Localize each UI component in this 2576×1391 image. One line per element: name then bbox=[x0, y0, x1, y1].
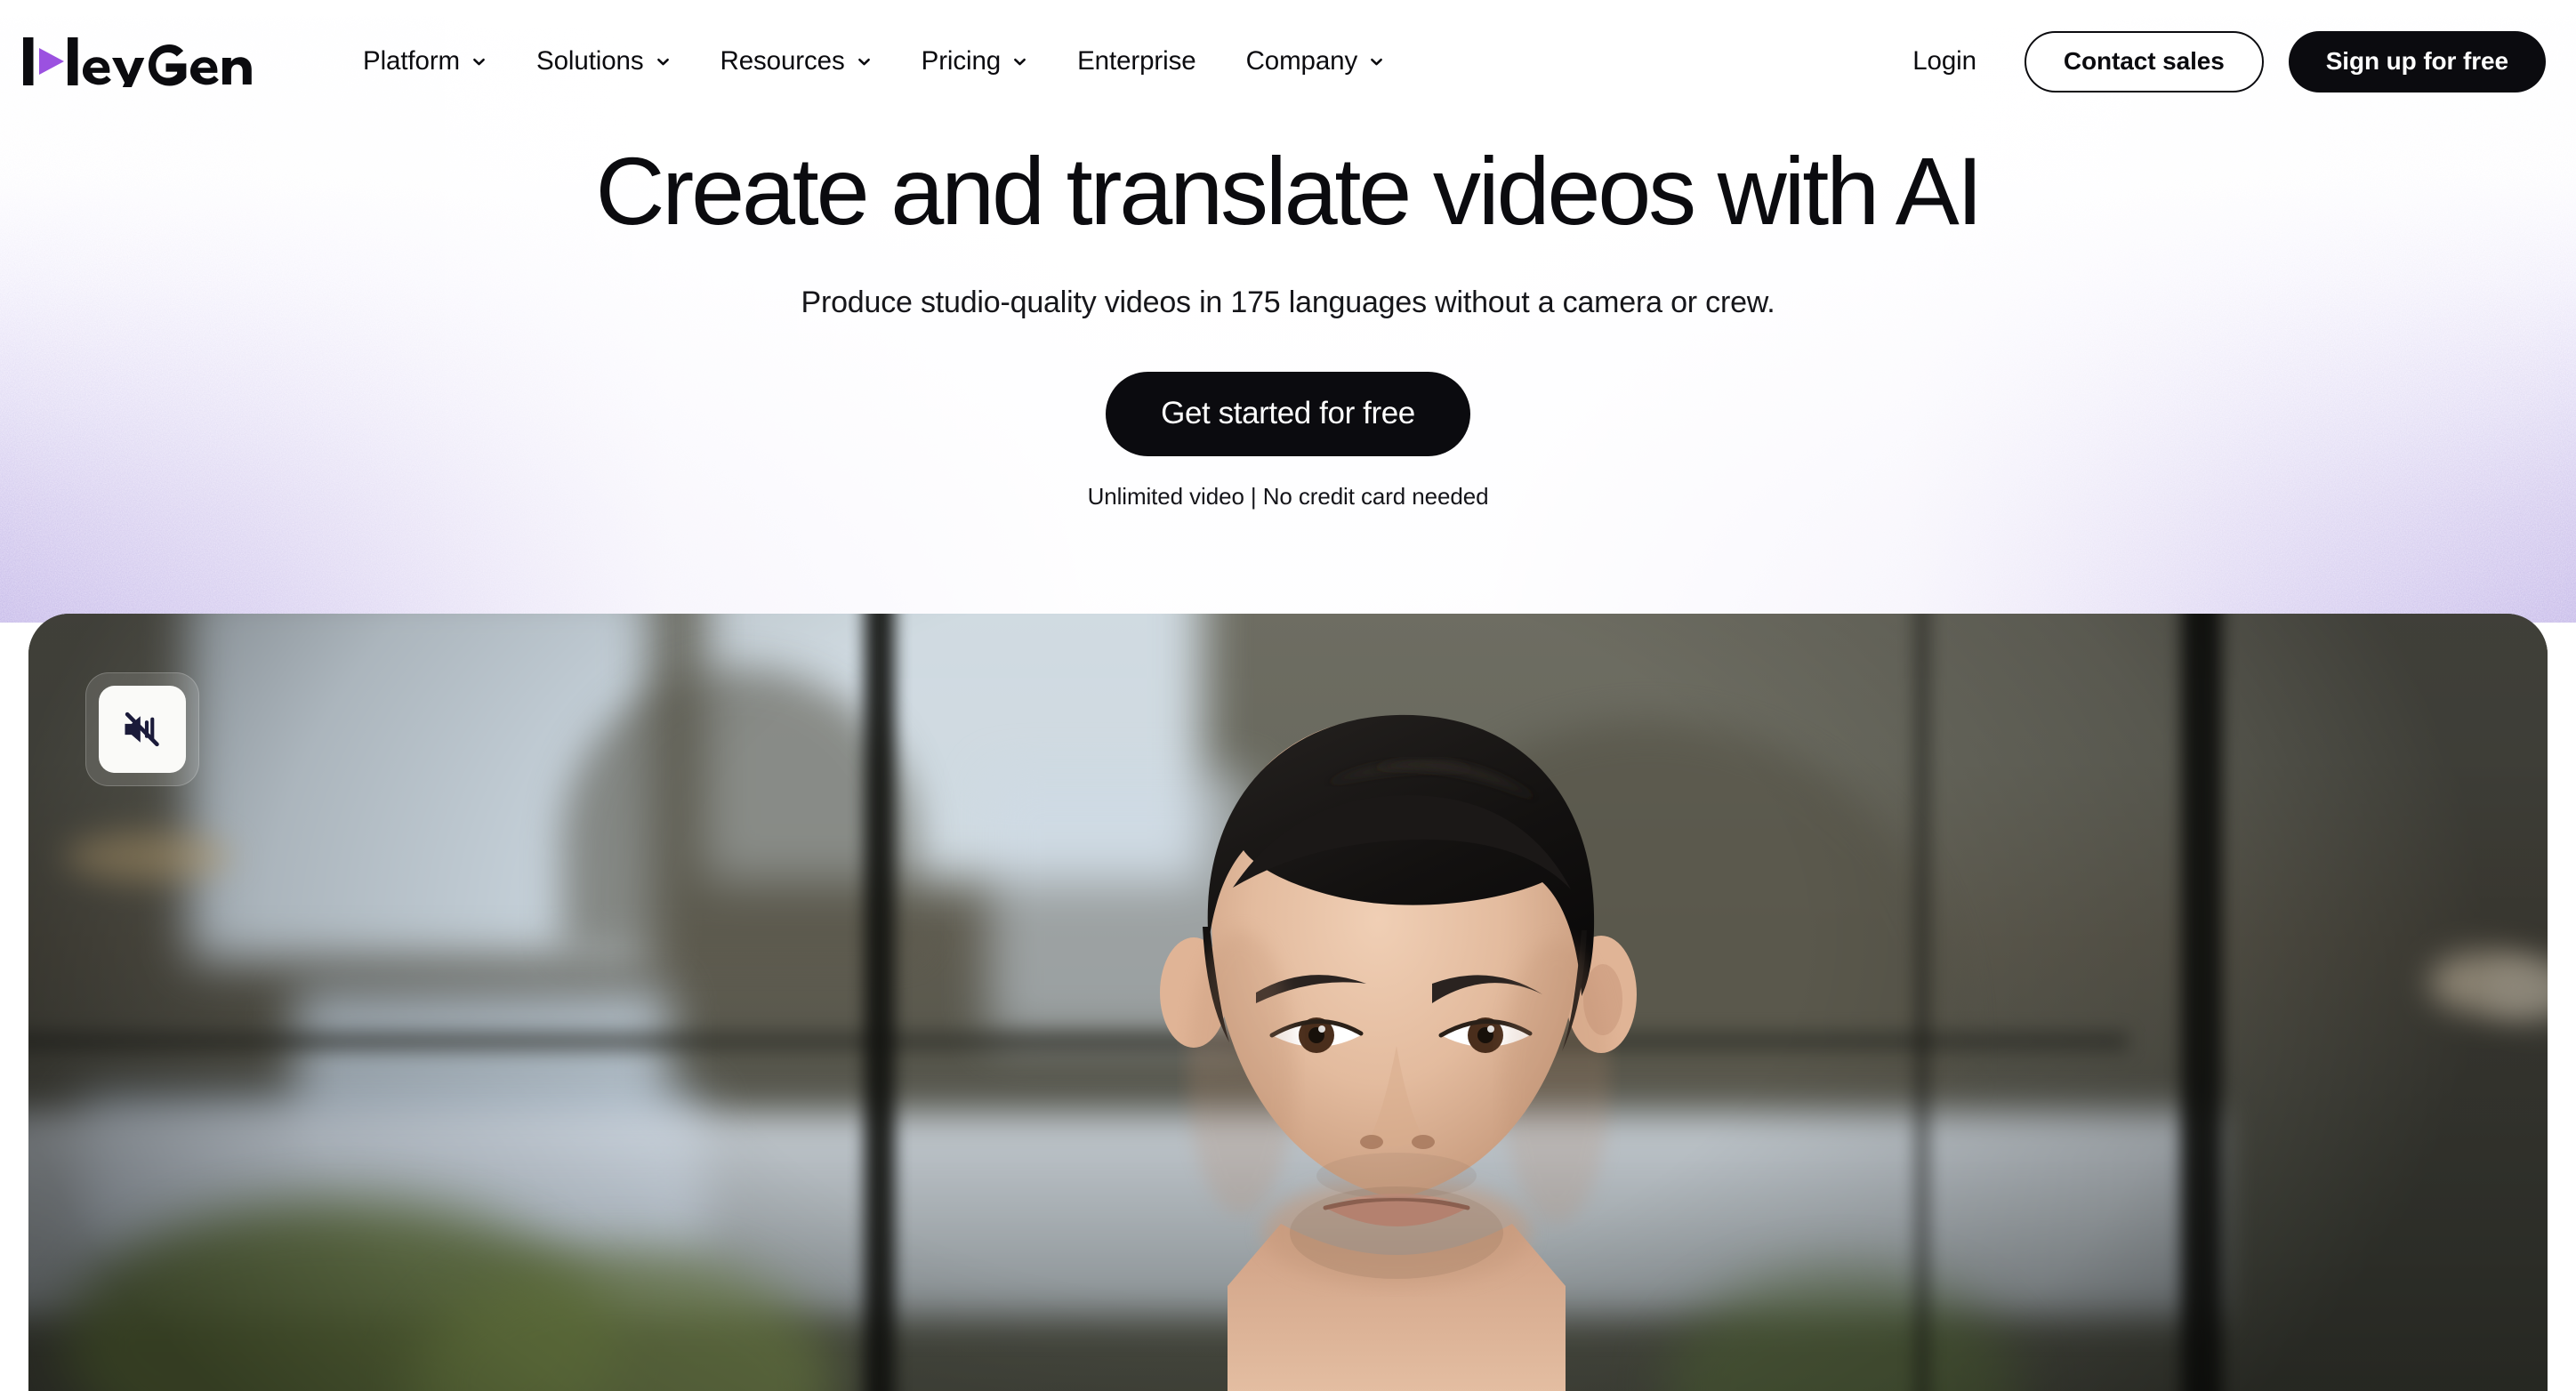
login-link[interactable]: Login bbox=[1886, 36, 2003, 87]
nav-item-label: Resources bbox=[720, 46, 845, 76]
hero-headline: Create and translate videos with AI bbox=[595, 137, 1984, 245]
nav-item-enterprise[interactable]: Enterprise bbox=[1052, 37, 1220, 85]
signup-button[interactable]: Sign up for free bbox=[2288, 30, 2546, 92]
nav-item-label: Pricing bbox=[921, 46, 1002, 76]
video-subject-portrait bbox=[1059, 614, 1735, 1391]
hero-subheadline: Produce studio-quality videos in 175 lan… bbox=[801, 285, 1775, 320]
nav-actions-group: Login Contact sales Sign up for free bbox=[1886, 30, 2546, 92]
speaker-muted-icon bbox=[125, 712, 159, 747]
chevron-down-icon bbox=[471, 54, 487, 69]
video-mute-button[interactable] bbox=[85, 672, 199, 786]
nav-item-platform[interactable]: Platform bbox=[338, 37, 511, 85]
mute-button-surface bbox=[99, 686, 186, 773]
chevron-down-icon bbox=[857, 54, 872, 69]
nav-links-group: Platform Solutions Resources Pricing Ent… bbox=[338, 37, 1409, 85]
nav-item-label: Company bbox=[1245, 46, 1358, 76]
portrait-illustration bbox=[1160, 714, 1637, 1391]
page-root: Platform Solutions Resources Pricing Ent… bbox=[0, 0, 2576, 1391]
chevron-down-icon bbox=[656, 54, 671, 69]
hero-video-player[interactable] bbox=[28, 614, 2548, 1391]
heygen-logo[interactable] bbox=[23, 30, 263, 92]
nav-item-company[interactable]: Company bbox=[1221, 37, 1410, 85]
heygen-logo-icon bbox=[23, 37, 252, 87]
contact-sales-button[interactable]: Contact sales bbox=[2024, 30, 2264, 92]
cta-disclaimer: Unlimited video | No credit card needed bbox=[1087, 482, 1489, 510]
get-started-button[interactable]: Get started for free bbox=[1106, 371, 1470, 456]
nav-item-pricing[interactable]: Pricing bbox=[897, 37, 1052, 85]
nav-item-label: Platform bbox=[363, 46, 461, 76]
nav-item-label: Solutions bbox=[536, 46, 644, 76]
hero-cta-group: Get started for free Unlimited video | N… bbox=[0, 371, 2576, 511]
nav-item-solutions[interactable]: Solutions bbox=[511, 37, 695, 85]
chevron-down-icon bbox=[1012, 54, 1027, 69]
nav-item-label: Enterprise bbox=[1077, 46, 1196, 76]
top-navigation-bar: Platform Solutions Resources Pricing Ent… bbox=[0, 0, 2576, 123]
nav-item-resources[interactable]: Resources bbox=[696, 37, 897, 85]
chevron-down-icon bbox=[1369, 54, 1384, 69]
